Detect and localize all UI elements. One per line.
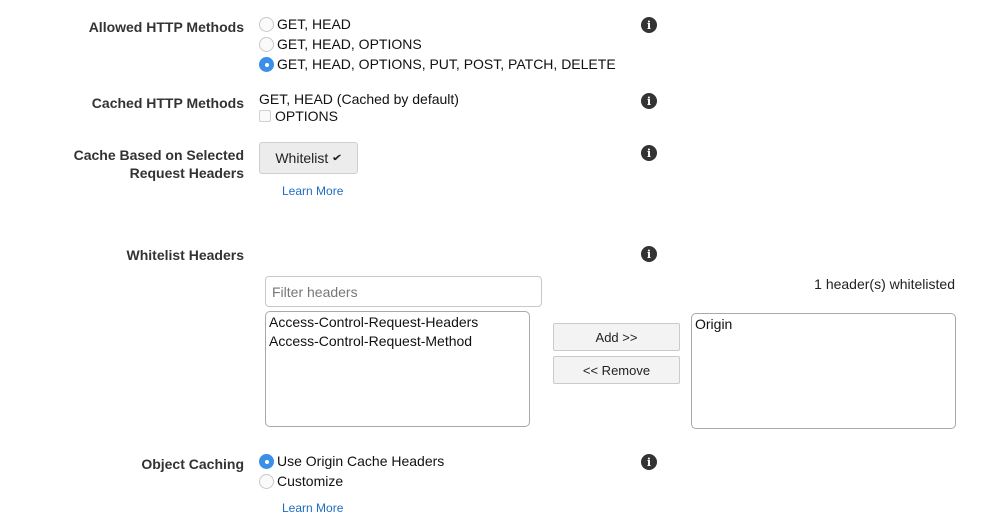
radio-button[interactable] [259,16,274,32]
allowed-methods-option-all[interactable]: GET, HEAD, OPTIONS, PUT, POST, PATCH, DE… [259,54,616,74]
radio-button-selected[interactable] [259,56,274,72]
list-item[interactable]: Access-Control-Request-Headers [268,313,527,332]
allowed-methods-label: Allowed HTTP Methods [88,19,244,35]
dropdown-value: Whitelist [275,150,329,166]
label-line: Cache Based on Selected [73,147,244,163]
list-item[interactable]: Origin [694,315,953,334]
filter-headers-input[interactable] [265,276,542,307]
learn-more-link[interactable]: Learn More [282,501,343,515]
available-headers-list[interactable]: Access-Control-Request-Headers Access-Co… [265,311,530,427]
chevron-down-icon: ✔ [331,152,343,164]
object-caching-option-customize[interactable]: Customize [259,471,343,491]
info-icon[interactable]: i [641,17,657,33]
learn-more-link[interactable]: Learn More [282,184,343,198]
whitelist-headers-label: Whitelist Headers [126,247,244,263]
info-icon[interactable]: i [641,454,657,470]
info-icon[interactable]: i [641,93,657,109]
remove-header-button[interactable]: << Remove [553,356,680,384]
add-header-button[interactable]: Add >> [553,323,680,351]
option-label: GET, HEAD, OPTIONS, PUT, POST, PATCH, DE… [277,56,616,72]
object-caching-label: Object Caching [141,456,244,472]
cache-headers-label: Cache Based on Selected Request Headers [74,146,244,182]
radio-button[interactable] [259,473,274,489]
cached-methods-options-checkbox[interactable]: OPTIONS [259,106,338,126]
info-icon[interactable]: i [641,145,657,161]
cached-methods-label: Cached HTTP Methods [91,95,244,111]
list-item[interactable]: Access-Control-Request-Method [268,332,527,351]
option-label: GET, HEAD, OPTIONS [277,36,422,52]
whitelisted-count: 1 header(s) whitelisted [814,276,955,292]
checkbox[interactable] [259,110,271,122]
radio-button-selected[interactable] [259,453,274,469]
allowed-methods-option-get-head-options[interactable]: GET, HEAD, OPTIONS [259,34,422,54]
checkbox-label: OPTIONS [275,108,339,124]
info-icon[interactable]: i [641,246,657,262]
option-label: Use Origin Cache Headers [277,453,445,469]
option-label: Customize [277,473,344,489]
option-label: GET, HEAD [277,16,351,32]
whitelisted-headers-list[interactable]: Origin [691,313,956,429]
object-caching-option-origin[interactable]: Use Origin Cache Headers [259,451,444,471]
radio-button[interactable] [259,36,274,52]
label-line: Request Headers [129,165,244,181]
allowed-methods-option-get-head[interactable]: GET, HEAD [259,14,351,34]
cache-headers-dropdown[interactable]: Whitelist ✔ [259,142,358,174]
